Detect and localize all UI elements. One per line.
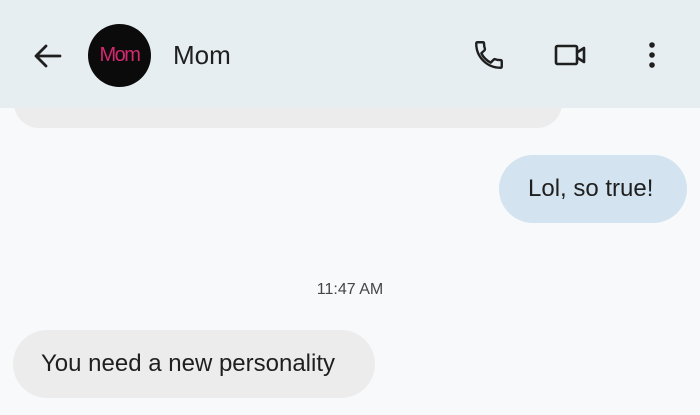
avatar-label: Mom xyxy=(99,44,141,66)
conversation-screen: Mom Mom Lol, so true! 11:47 AM You need … xyxy=(0,0,700,415)
message-text: Lol, so true! xyxy=(528,175,654,202)
back-button[interactable] xyxy=(30,38,66,74)
more-vertical-icon xyxy=(649,42,655,68)
contact-name[interactable]: Mom xyxy=(173,38,231,72)
arrow-left-icon xyxy=(34,44,62,68)
video-call-button[interactable] xyxy=(551,36,589,74)
top-app-bar: Mom Mom xyxy=(0,0,700,108)
incoming-message-bubble[interactable]: You need a new personality xyxy=(13,330,375,398)
video-camera-icon xyxy=(554,44,586,66)
outgoing-message-bubble[interactable]: Lol, so true! xyxy=(499,155,687,223)
message-text: You need a new personality xyxy=(41,350,335,377)
call-button[interactable] xyxy=(470,36,508,74)
phone-icon xyxy=(475,41,503,69)
more-options-button[interactable] xyxy=(633,36,671,74)
message-timestamp: 11:47 AM xyxy=(316,281,384,298)
avatar[interactable]: Mom xyxy=(88,24,151,87)
